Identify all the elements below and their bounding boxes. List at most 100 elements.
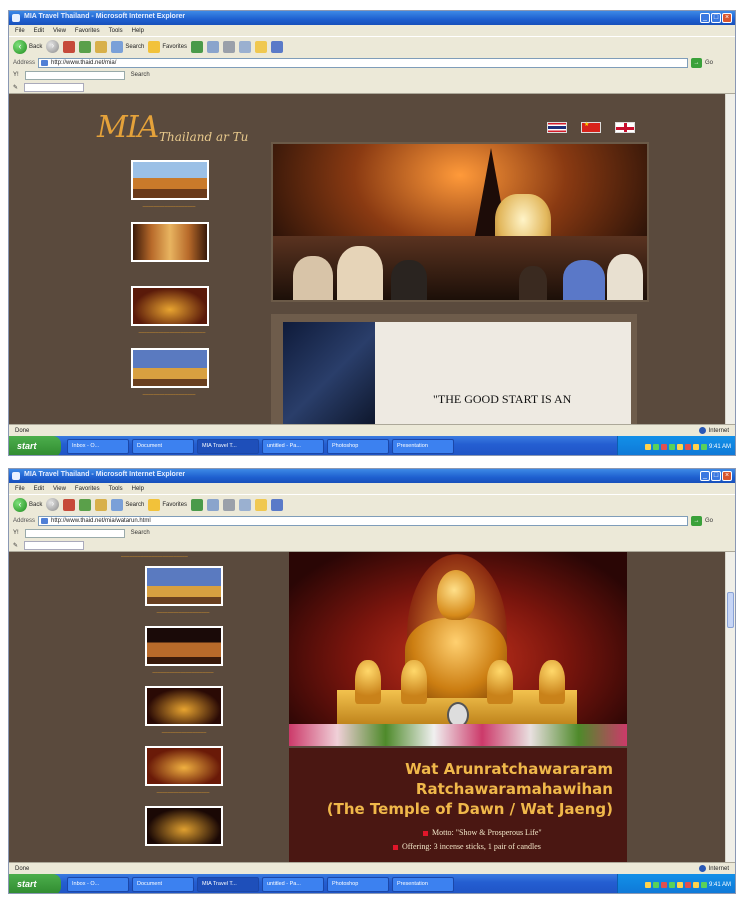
tray-icon[interactable] (660, 443, 667, 450)
go-button[interactable]: → (691, 57, 703, 68)
menu-help[interactable]: Help (132, 28, 144, 34)
tray-icon[interactable] (660, 881, 667, 888)
back-button[interactable]: ‹ Back (13, 39, 42, 54)
temple-thumbnail[interactable] (145, 806, 223, 846)
taskbar-item[interactable]: MIA Travel T... (197, 439, 259, 454)
taskbar-item[interactable]: Inbox - O... (67, 439, 129, 454)
tray-icon[interactable] (644, 881, 651, 888)
tray-icon[interactable] (700, 881, 707, 888)
toolbar-search-button[interactable]: Search (131, 72, 150, 78)
home-icon[interactable] (95, 40, 108, 53)
temple-thumbnail[interactable] (145, 626, 223, 666)
maximize-button[interactable]: □ (711, 471, 721, 481)
edit-icon[interactable] (239, 498, 252, 511)
refresh-icon[interactable] (79, 40, 92, 53)
print-icon[interactable] (223, 498, 236, 511)
menu-favorites[interactable]: Favorites (75, 28, 100, 34)
clock[interactable]: 9:41 AM (709, 882, 731, 888)
scrollbar-thumb[interactable] (727, 592, 734, 628)
links-toolbar-input[interactable] (24, 82, 85, 92)
menu-help[interactable]: Help (132, 486, 144, 492)
menu-view[interactable]: View (53, 28, 66, 34)
taskbar-item[interactable]: Photoshop (327, 439, 389, 454)
stop-icon[interactable] (63, 498, 76, 511)
messenger-icon[interactable] (271, 498, 284, 511)
home-icon[interactable] (95, 498, 108, 511)
close-button[interactable]: × (722, 471, 732, 481)
vertical-scrollbar[interactable] (725, 552, 735, 862)
forward-button[interactable]: › (46, 40, 60, 53)
start-button[interactable]: start (9, 874, 61, 893)
close-button[interactable]: × (722, 13, 732, 23)
tray-icon[interactable] (692, 443, 699, 450)
menu-edit[interactable]: Edit (34, 486, 44, 492)
site-logo[interactable]: MIA Thailand ar Tu (97, 110, 267, 154)
go-label[interactable]: Go (705, 60, 713, 66)
tray-icon[interactable] (700, 443, 707, 450)
search-button[interactable]: Search (111, 39, 144, 54)
menu-edit[interactable]: Edit (34, 28, 44, 34)
taskbar-item[interactable]: untitled - Pa... (262, 439, 324, 454)
menu-favorites[interactable]: Favorites (75, 486, 100, 492)
tray-icon[interactable] (652, 881, 659, 888)
england-flag-icon[interactable] (615, 122, 635, 133)
favorites-button[interactable]: Favorites (148, 39, 187, 54)
tray-icon[interactable] (692, 881, 699, 888)
address-input[interactable]: http://www.thaid.net/mia/ (38, 57, 689, 68)
taskbar-item[interactable]: Presentation (392, 439, 454, 454)
tray-icon[interactable] (676, 881, 683, 888)
china-flag-icon[interactable] (581, 121, 601, 133)
temple-thumbnail[interactable] (145, 746, 223, 786)
minimize-button[interactable]: _ (700, 471, 710, 481)
menu-view[interactable]: View (53, 486, 66, 492)
stop-icon[interactable] (63, 40, 76, 53)
taskbar-item[interactable]: Inbox - O... (67, 877, 129, 892)
messenger-icon[interactable] (271, 40, 284, 53)
menu-file[interactable]: File (15, 28, 25, 34)
go-button[interactable]: → (691, 515, 703, 526)
toolbar-search-button[interactable]: Search (131, 530, 150, 536)
favorites-button[interactable]: Favorites (148, 497, 187, 512)
print-icon[interactable] (223, 40, 236, 53)
thumbnail-caption[interactable]: –––––––––––––––– (139, 730, 229, 736)
temple-thumbnail[interactable] (131, 286, 209, 326)
start-button[interactable]: start (9, 436, 61, 455)
search-button[interactable]: Search (111, 497, 144, 512)
thumbnail-caption[interactable]: ––––––––––––––––––– (119, 204, 219, 210)
menu-tools[interactable]: Tools (109, 28, 123, 34)
taskbar-item[interactable]: Document (132, 439, 194, 454)
back-button[interactable]: ‹ Back (13, 497, 42, 512)
tray-icon[interactable] (684, 443, 691, 450)
taskbar-item[interactable]: MIA Travel T... (197, 877, 259, 892)
temple-thumbnail[interactable] (145, 686, 223, 726)
menu-tools[interactable]: Tools (109, 486, 123, 492)
maximize-button[interactable]: □ (711, 13, 721, 23)
temple-thumbnail[interactable] (131, 222, 209, 262)
taskbar-item[interactable]: Photoshop (327, 877, 389, 892)
thumbnail-caption[interactable]: ––––––––––––––––––– (133, 610, 233, 616)
thumbnail-caption[interactable]: –––––––––––––––––––––––– (107, 330, 237, 336)
taskbar-item[interactable]: Document (132, 877, 194, 892)
refresh-icon[interactable] (79, 498, 92, 511)
folder-icon[interactable] (255, 40, 268, 53)
temple-thumbnail[interactable] (131, 348, 209, 388)
toolbar-search-input[interactable] (24, 528, 125, 538)
tray-icon[interactable] (652, 443, 659, 450)
tray-icon[interactable] (684, 881, 691, 888)
mail-icon[interactable] (207, 498, 220, 511)
thumbnail-caption[interactable]: ––––––––––––––––––– (119, 392, 219, 398)
links-toolbar-input[interactable] (24, 540, 85, 550)
thumbnail-caption[interactable]: –––––––––––––––––––––––– (121, 554, 188, 560)
toolbar-search-input[interactable] (24, 70, 125, 80)
taskbar-item[interactable]: untitled - Pa... (262, 877, 324, 892)
history-icon[interactable] (191, 498, 204, 511)
folder-icon[interactable] (255, 498, 268, 511)
tray-icon[interactable] (668, 881, 675, 888)
temple-thumbnail[interactable] (145, 566, 223, 606)
vertical-scrollbar[interactable] (725, 94, 735, 424)
clock[interactable]: 9:41 AM (709, 444, 731, 450)
temple-thumbnail[interactable] (131, 160, 209, 200)
address-input[interactable]: http://www.thaid.net/mia/watarun.html (38, 515, 689, 526)
go-label[interactable]: Go (705, 518, 713, 524)
thumbnail-caption[interactable]: ––––––––––––––––––– (133, 790, 233, 796)
